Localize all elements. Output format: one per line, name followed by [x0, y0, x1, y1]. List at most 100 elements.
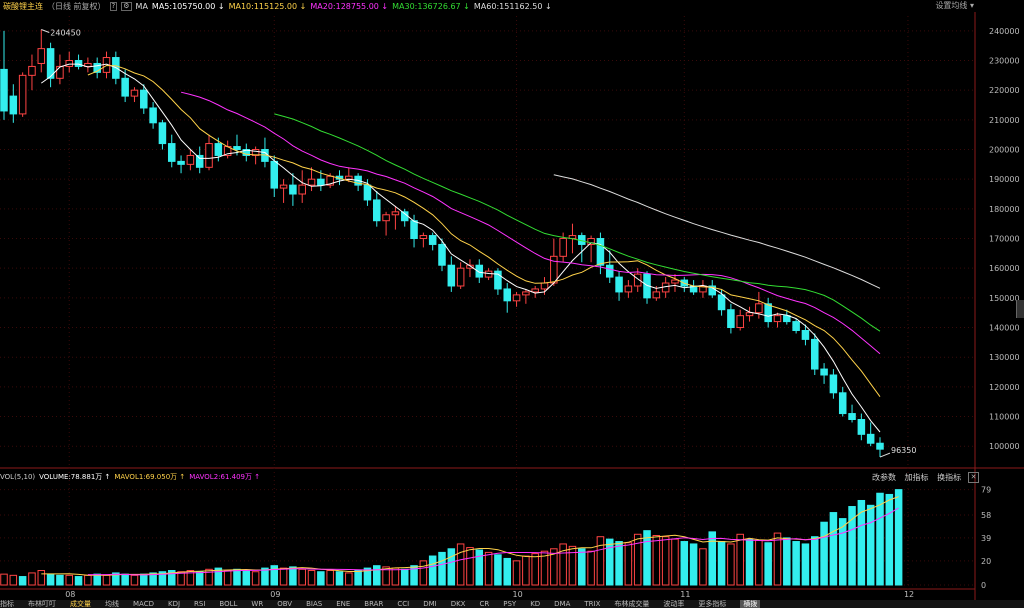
add-indicator-button[interactable]: 加指标 [905, 473, 929, 482]
tab-6[interactable]: RSI [194, 600, 205, 608]
switch-indicator-button[interactable]: 换指标 [937, 473, 961, 482]
candle-body [736, 315, 744, 329]
tab-23[interactable]: 更多指标 [698, 600, 726, 608]
candle-body [382, 214, 390, 222]
volume-tick-label: 58 [981, 511, 991, 520]
tab-20[interactable]: TRIX [584, 600, 600, 608]
tab-0[interactable]: 指标 [0, 600, 14, 608]
tab-8[interactable]: WR [251, 600, 263, 608]
volume-bar [65, 574, 73, 586]
volume-bar [885, 493, 894, 586]
volume-bar [9, 574, 18, 586]
tab-16[interactable]: CR [479, 600, 489, 608]
candle-body [671, 279, 679, 284]
date-tick-label: 09 [270, 590, 280, 599]
candle-body [428, 235, 437, 245]
volume-bar [419, 560, 428, 586]
volume-bar [18, 576, 27, 586]
volume-bar [522, 555, 530, 586]
candle-body [177, 160, 185, 165]
tab-13[interactable]: CCI [397, 600, 409, 608]
volume-bar [671, 538, 679, 586]
volume-bar [512, 560, 521, 586]
candle-body [531, 288, 539, 293]
volume-toolbar: 改参数 加指标 换指标 [872, 472, 967, 483]
edit-params-button[interactable]: 改参数 [872, 473, 896, 482]
volume-bar [326, 570, 334, 586]
candle-body [838, 392, 847, 415]
tab-18[interactable]: KD [530, 600, 540, 608]
volume-bar [0, 573, 8, 586]
volume-bar [447, 548, 456, 586]
volume-bar [84, 574, 92, 586]
tab-17[interactable]: PSY [503, 600, 516, 608]
tab-3[interactable]: 均线 [105, 600, 119, 608]
volume-bar [773, 532, 782, 586]
volume-bar [587, 550, 595, 586]
tab-19[interactable]: DMA [554, 600, 570, 608]
tab-14[interactable]: DMI [423, 600, 437, 608]
volume-bar [624, 542, 633, 586]
tab-22[interactable]: 波动率 [663, 600, 684, 608]
tab-4[interactable]: MACD [133, 600, 154, 608]
tab-24[interactable]: 横拨 [740, 600, 761, 608]
price-tick-label: 210000 [989, 116, 1020, 125]
tab-2[interactable]: 成交量 [70, 600, 91, 608]
volume-bar [605, 538, 614, 586]
volume-bar [596, 536, 605, 586]
volume-tick-label: 39 [981, 534, 991, 543]
volume-params[interactable]: VOL(5,10) [0, 473, 35, 481]
tab-21[interactable]: 布林成交量 [614, 600, 649, 608]
tab-9[interactable]: OBV [277, 600, 292, 608]
candle-body [745, 312, 754, 317]
volume-bar [578, 548, 586, 586]
candle-body [783, 315, 791, 323]
candle-body [56, 65, 64, 79]
candle-body [121, 77, 129, 97]
candle-body [503, 288, 511, 302]
candle-body [233, 146, 241, 151]
price-chart[interactable]: 240000 230000 220000 210000 200000 190000 1800… [0, 0, 1024, 608]
candle-body [0, 68, 8, 112]
candle-body [792, 321, 800, 331]
candle-body [270, 160, 279, 189]
candle-body [410, 220, 418, 240]
candle-body [820, 368, 828, 376]
candle-body [829, 374, 838, 394]
price-tick-label: 170000 [989, 235, 1020, 244]
side-collapse-handle[interactable] [1016, 300, 1024, 318]
volume-bar [242, 570, 251, 586]
candle-body [605, 264, 614, 278]
tab-10[interactable]: BIAS [306, 600, 322, 608]
volume-header: VOL(5,10) VOLUME:78.881万 ↑ MAVOL1:69.050万… [0, 472, 268, 482]
candle-body [186, 154, 195, 165]
volume-bar [223, 570, 232, 586]
volume-tick-label: 20 [981, 557, 991, 566]
tab-12[interactable]: BRAR [364, 600, 383, 608]
volume-bar [633, 533, 642, 586]
volume-bar [354, 570, 362, 586]
volume-bar [745, 538, 754, 586]
volume-bar [251, 571, 260, 586]
candle-body [37, 48, 46, 64]
close-icon[interactable]: ✕ [968, 472, 979, 483]
high-annotation: 240450 [50, 28, 81, 37]
candle-body [279, 184, 288, 189]
tab-15[interactable]: DKX [451, 600, 466, 608]
tab-11[interactable]: ENE [336, 600, 350, 608]
tab-1[interactable]: 布林叮叮 [28, 600, 56, 608]
volume-bar [652, 535, 661, 586]
volume-bar [233, 568, 241, 586]
volume-bar [28, 572, 36, 586]
candle-body [540, 282, 549, 290]
tab-7[interactable]: BOLL [219, 600, 237, 608]
ma10-line [87, 64, 881, 397]
candle-body [65, 60, 73, 67]
price-tick-label: 160000 [989, 264, 1020, 273]
ma5-line [41, 63, 881, 433]
volume-bar [494, 554, 502, 586]
candle-body [419, 235, 428, 240]
price-tick-label: 230000 [989, 57, 1020, 66]
tab-5[interactable]: KDJ [168, 600, 180, 608]
date-tick-label: 08 [65, 590, 75, 599]
